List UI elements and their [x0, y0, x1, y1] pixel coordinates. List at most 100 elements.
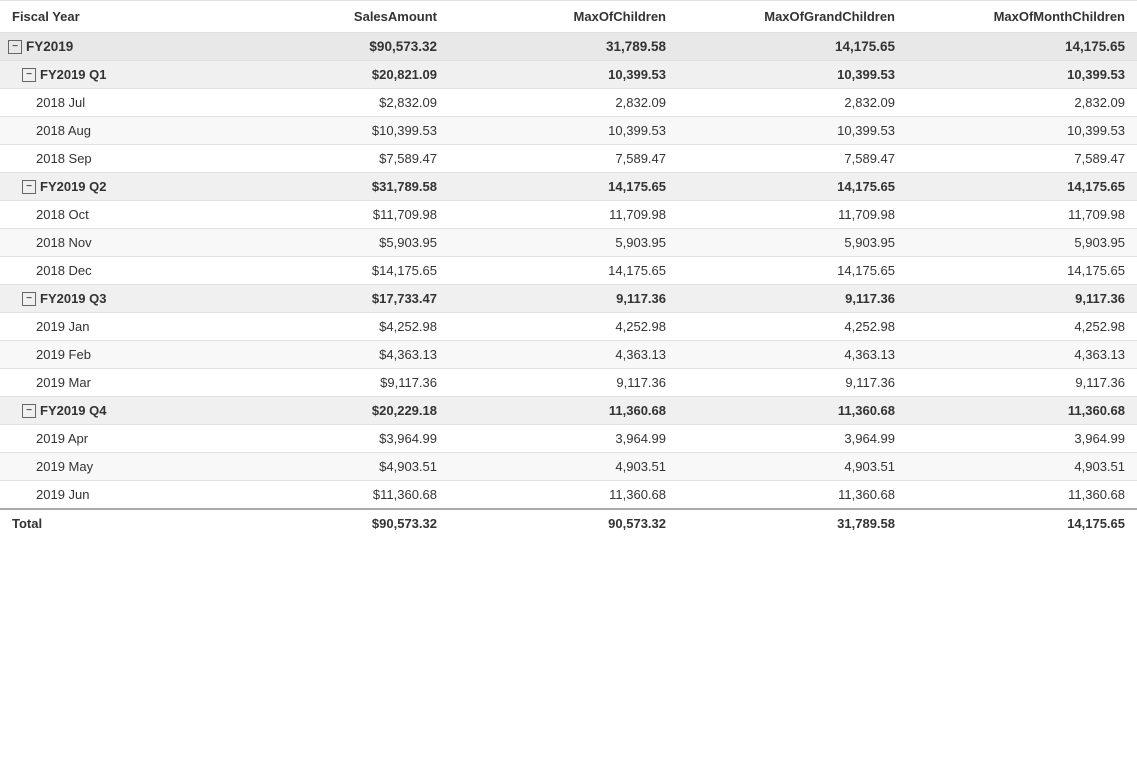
- max-children: 31,789.58: [449, 33, 678, 61]
- table-row: −FY2019 Q1$20,821.0910,399.5310,399.5310…: [0, 61, 1137, 89]
- max-children: 9,117.36: [449, 369, 678, 397]
- expand-collapse-icon[interactable]: −: [22, 292, 36, 306]
- pivot-table: Fiscal Year SalesAmount MaxOfChildren Ma…: [0, 0, 1137, 537]
- max-children: 4,363.13: [449, 341, 678, 369]
- row-label-text: FY2019 Q3: [40, 291, 107, 306]
- col-header-max-grand-children: MaxOfGrandChildren: [678, 1, 907, 33]
- max-month-children: 14,175.65: [907, 257, 1137, 285]
- sales-amount: $3,964.99: [220, 425, 449, 453]
- max-grand-children: 7,589.47: [678, 145, 907, 173]
- max-grand-children: 10,399.53: [678, 61, 907, 89]
- sales-amount: $4,363.13: [220, 341, 449, 369]
- table-row: 2019 May$4,903.514,903.514,903.514,903.5…: [0, 453, 1137, 481]
- max-grand-children: 4,903.51: [678, 453, 907, 481]
- header-row: Fiscal Year SalesAmount MaxOfChildren Ma…: [0, 1, 1137, 33]
- expand-collapse-icon[interactable]: −: [8, 40, 22, 54]
- row-label-text: FY2019: [26, 39, 73, 54]
- max-grand-children: 10,399.53: [678, 117, 907, 145]
- table-row: −FY2019 Q4$20,229.1811,360.6811,360.6811…: [0, 397, 1137, 425]
- sales-amount: $10,399.53: [220, 117, 449, 145]
- row-label: 2019 Apr: [0, 425, 220, 453]
- row-label: 2019 May: [0, 453, 220, 481]
- sales-amount: $9,117.36: [220, 369, 449, 397]
- total-max-grand: 31,789.58: [678, 509, 907, 537]
- max-month-children: 3,964.99: [907, 425, 1137, 453]
- max-children: 10,399.53: [449, 117, 678, 145]
- row-label[interactable]: −FY2019 Q4: [0, 397, 220, 425]
- max-grand-children: 14,175.65: [678, 257, 907, 285]
- max-month-children: 14,175.65: [907, 173, 1137, 201]
- max-grand-children: 2,832.09: [678, 89, 907, 117]
- table-row: 2019 Apr$3,964.993,964.993,964.993,964.9…: [0, 425, 1137, 453]
- sales-amount: $14,175.65: [220, 257, 449, 285]
- table-row: 2018 Jul$2,832.092,832.092,832.092,832.0…: [0, 89, 1137, 117]
- row-label: 2018 Dec: [0, 257, 220, 285]
- max-month-children: 11,360.68: [907, 397, 1137, 425]
- max-children: 14,175.65: [449, 257, 678, 285]
- expand-collapse-icon[interactable]: −: [22, 68, 36, 82]
- row-label[interactable]: −FY2019: [0, 33, 220, 61]
- max-grand-children: 11,360.68: [678, 397, 907, 425]
- row-label: 2018 Sep: [0, 145, 220, 173]
- max-month-children: 9,117.36: [907, 285, 1137, 313]
- row-label: 2018 Aug: [0, 117, 220, 145]
- table-row: 2018 Aug$10,399.5310,399.5310,399.5310,3…: [0, 117, 1137, 145]
- row-label: 2018 Oct: [0, 201, 220, 229]
- max-month-children: 14,175.65: [907, 33, 1137, 61]
- table-row: 2019 Jan$4,252.984,252.984,252.984,252.9…: [0, 313, 1137, 341]
- max-grand-children: 11,360.68: [678, 481, 907, 510]
- sales-amount: $17,733.47: [220, 285, 449, 313]
- row-label: 2019 Jan: [0, 313, 220, 341]
- table-row: 2019 Jun$11,360.6811,360.6811,360.6811,3…: [0, 481, 1137, 510]
- col-header-max-month-children: MaxOfMonthChildren: [907, 1, 1137, 33]
- row-label[interactable]: −FY2019 Q2: [0, 173, 220, 201]
- sales-amount: $7,589.47: [220, 145, 449, 173]
- table-row: −FY2019$90,573.3231,789.5814,175.6514,17…: [0, 33, 1137, 61]
- sales-amount: $4,903.51: [220, 453, 449, 481]
- max-month-children: 5,903.95: [907, 229, 1137, 257]
- row-label: 2019 Jun: [0, 481, 220, 510]
- max-month-children: 4,252.98: [907, 313, 1137, 341]
- max-children: 11,360.68: [449, 481, 678, 510]
- table-row: 2018 Sep$7,589.477,589.477,589.477,589.4…: [0, 145, 1137, 173]
- max-month-children: 9,117.36: [907, 369, 1137, 397]
- max-children: 9,117.36: [449, 285, 678, 313]
- max-grand-children: 9,117.36: [678, 369, 907, 397]
- max-month-children: 4,903.51: [907, 453, 1137, 481]
- expand-collapse-icon[interactable]: −: [22, 404, 36, 418]
- sales-amount: $2,832.09: [220, 89, 449, 117]
- max-grand-children: 11,709.98: [678, 201, 907, 229]
- sales-amount: $20,229.18: [220, 397, 449, 425]
- max-grand-children: 14,175.65: [678, 173, 907, 201]
- table-row: 2018 Dec$14,175.6514,175.6514,175.6514,1…: [0, 257, 1137, 285]
- table-row: −FY2019 Q3$17,733.479,117.369,117.369,11…: [0, 285, 1137, 313]
- table-row: 2019 Mar$9,117.369,117.369,117.369,117.3…: [0, 369, 1137, 397]
- max-children: 14,175.65: [449, 173, 678, 201]
- expand-collapse-icon[interactable]: −: [22, 180, 36, 194]
- max-grand-children: 14,175.65: [678, 33, 907, 61]
- col-header-sales-amount: SalesAmount: [220, 1, 449, 33]
- row-label: 2019 Feb: [0, 341, 220, 369]
- row-label[interactable]: −FY2019 Q3: [0, 285, 220, 313]
- max-month-children: 11,360.68: [907, 481, 1137, 510]
- col-header-fiscal-year: Fiscal Year: [0, 1, 220, 33]
- max-children: 4,903.51: [449, 453, 678, 481]
- max-grand-children: 9,117.36: [678, 285, 907, 313]
- max-grand-children: 4,363.13: [678, 341, 907, 369]
- row-label: 2018 Nov: [0, 229, 220, 257]
- row-label[interactable]: −FY2019 Q1: [0, 61, 220, 89]
- max-children: 11,360.68: [449, 397, 678, 425]
- table-row: −FY2019 Q2$31,789.5814,175.6514,175.6514…: [0, 173, 1137, 201]
- data-table-container: Fiscal Year SalesAmount MaxOfChildren Ma…: [0, 0, 1137, 771]
- sales-amount: $11,709.98: [220, 201, 449, 229]
- total-sales: $90,573.32: [220, 509, 449, 537]
- max-month-children: 10,399.53: [907, 117, 1137, 145]
- max-month-children: 7,589.47: [907, 145, 1137, 173]
- max-children: 4,252.98: [449, 313, 678, 341]
- total-label: Total: [0, 509, 220, 537]
- sales-amount: $20,821.09: [220, 61, 449, 89]
- max-children: 3,964.99: [449, 425, 678, 453]
- total-row: Total $90,573.32 90,573.32 31,789.58 14,…: [0, 509, 1137, 537]
- max-children: 2,832.09: [449, 89, 678, 117]
- row-label: 2018 Jul: [0, 89, 220, 117]
